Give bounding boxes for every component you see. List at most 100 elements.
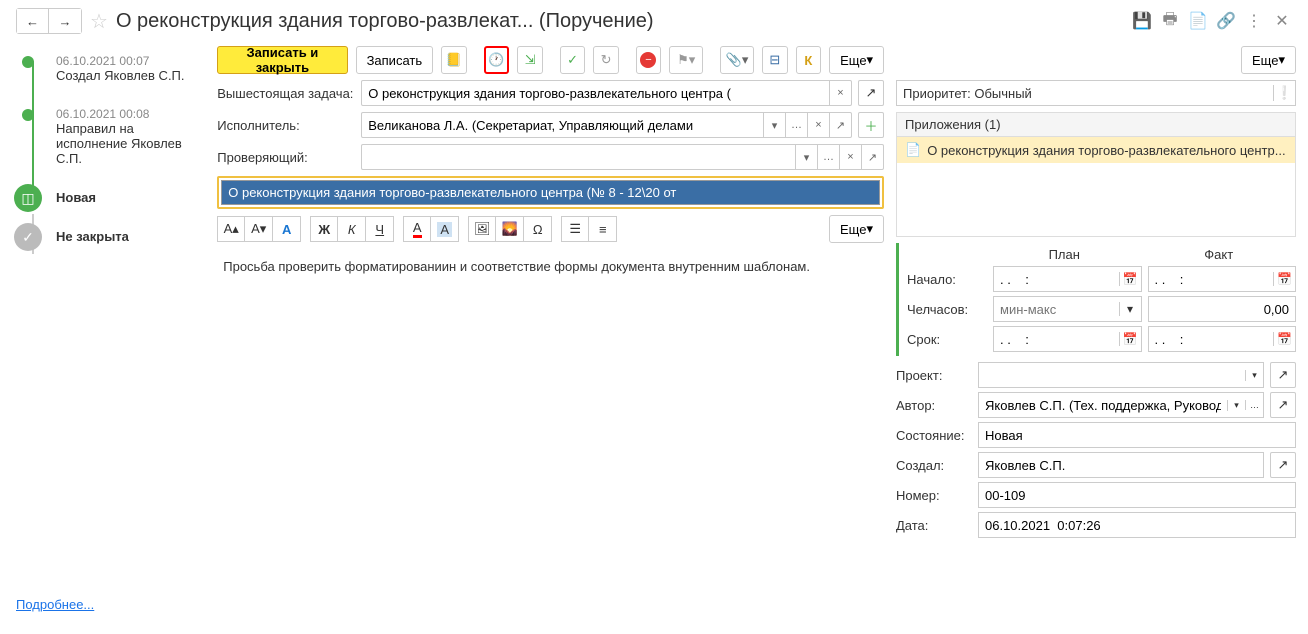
editor-body[interactable]: Просьба проверить форматированиин и соот…: [217, 249, 884, 628]
save-and-close-button[interactable]: Записать и закрыть: [217, 46, 347, 74]
save-icon[interactable]: 💾: [1132, 11, 1152, 31]
dropdown-icon[interactable]: ▾: [1245, 370, 1263, 381]
flag-button[interactable]: ⚑▾: [669, 46, 703, 74]
project-label: Проект:: [896, 368, 972, 383]
start-fact-input[interactable]: [1149, 270, 1274, 289]
calendar-icon[interactable]: 📅: [1273, 272, 1295, 286]
more-menu-icon[interactable]: ⋮: [1244, 11, 1264, 31]
plan-column-header: План: [987, 243, 1142, 266]
print-icon[interactable]: 🖶: [1160, 11, 1180, 31]
insert-symbol-button[interactable]: Ω: [524, 216, 552, 242]
open-creator-button[interactable]: ↗: [1270, 452, 1296, 478]
executor-input[interactable]: [362, 113, 763, 137]
executor-clear[interactable]: ×: [807, 113, 829, 137]
number-input[interactable]: [979, 486, 1295, 505]
font-style-button[interactable]: A: [273, 216, 301, 242]
document-icon: 📄: [905, 142, 921, 158]
editor-more-button[interactable]: Еще ▾: [829, 215, 884, 243]
number-list-button[interactable]: ≡: [589, 216, 617, 242]
contacts-button[interactable]: 📒: [441, 46, 467, 74]
fact-column-header: Факт: [1142, 243, 1297, 266]
timeline-status-new: ◫ Новая: [56, 190, 197, 205]
checker-open[interactable]: ↗: [861, 145, 883, 169]
nav-buttons: ← →: [16, 8, 82, 34]
save-button[interactable]: Записать: [356, 46, 434, 74]
author-input[interactable]: [979, 396, 1227, 415]
attachment-item[interactable]: 📄 О реконструкция здания торгово-развлек…: [897, 137, 1295, 163]
open-parent-button[interactable]: ↗: [858, 80, 884, 106]
more-icon[interactable]: …: [1245, 400, 1263, 410]
more-link[interactable]: Подробнее...: [16, 589, 197, 620]
calendar-icon[interactable]: 📅: [1119, 272, 1141, 286]
date-input[interactable]: [979, 516, 1295, 535]
timeline-dot-icon: [22, 56, 34, 68]
back-button[interactable]: ←: [17, 9, 49, 33]
hours-fact-input[interactable]: [1149, 300, 1296, 319]
more-button-right[interactable]: Еще ▾: [1241, 46, 1296, 74]
checker-more[interactable]: …: [817, 145, 839, 169]
insert-image-button[interactable]: 🖼: [468, 216, 496, 242]
priority-flag-icon[interactable]: ❕: [1273, 85, 1295, 101]
report-icon[interactable]: 📄: [1188, 11, 1208, 31]
link-icon[interactable]: 🔗: [1216, 11, 1236, 31]
forward-button[interactable]: →: [49, 9, 81, 33]
tree-button[interactable]: ⊟: [762, 46, 788, 74]
open-author-button[interactable]: ↗: [1270, 392, 1296, 418]
executor-label: Исполнитель:: [217, 118, 355, 133]
date-label: Дата:: [896, 518, 972, 533]
hours-plan-input[interactable]: [994, 300, 1119, 319]
hours-label: Челчасов:: [907, 302, 987, 317]
reject-button[interactable]: −: [636, 46, 662, 74]
timeline-item: 06.10.2021 00:08 Направил на исполнение …: [56, 107, 197, 166]
attach-button[interactable]: 📎▾: [720, 46, 754, 74]
calendar-icon[interactable]: 📅: [1273, 332, 1295, 346]
bold-button[interactable]: Ж: [310, 216, 338, 242]
project-input[interactable]: [979, 366, 1245, 385]
bullet-list-button[interactable]: ☰: [561, 216, 589, 242]
due-fact-input[interactable]: [1149, 330, 1274, 349]
export-button[interactable]: ⇲: [517, 46, 543, 74]
italic-button[interactable]: К: [338, 216, 366, 242]
subject-input[interactable]: [221, 180, 880, 205]
executor-dropdown[interactable]: ▾: [763, 113, 785, 137]
checker-clear[interactable]: ×: [839, 145, 861, 169]
due-label: Срок:: [907, 332, 987, 347]
checker-input-group: ▾ … × ↗: [361, 144, 884, 170]
subject-box: [217, 176, 884, 209]
k-button[interactable]: К: [796, 46, 822, 74]
dropdown-icon[interactable]: ▾: [1227, 400, 1245, 411]
executor-more[interactable]: …: [785, 113, 807, 137]
state-input[interactable]: [979, 426, 1295, 445]
parent-task-label: Вышестоящая задача:: [217, 86, 355, 101]
font-color-button[interactable]: А: [403, 216, 431, 242]
calendar-icon[interactable]: 📅: [1119, 332, 1141, 346]
underline-button[interactable]: Ч: [366, 216, 394, 242]
creator-label: Создал:: [896, 458, 972, 473]
open-project-button[interactable]: ↗: [1270, 362, 1296, 388]
start-plan-input[interactable]: [994, 270, 1119, 289]
add-executor-button[interactable]: ＋: [858, 112, 884, 138]
checker-input[interactable]: [362, 145, 795, 169]
close-icon[interactable]: ✕: [1272, 11, 1292, 31]
dropdown-icon[interactable]: ▾: [1119, 302, 1141, 316]
start-label: Начало:: [907, 272, 987, 287]
parent-task-input-group: ×: [361, 80, 852, 106]
status-open-icon: ✓: [14, 223, 42, 251]
font-increase-button[interactable]: A▴: [217, 216, 245, 242]
creator-input[interactable]: [979, 456, 1263, 475]
more-button[interactable]: Еще ▾: [829, 46, 884, 74]
favorite-star-icon[interactable]: ☆: [90, 9, 108, 34]
refresh-button[interactable]: ↻: [593, 46, 619, 74]
font-decrease-button[interactable]: A▾: [245, 216, 273, 242]
executor-input-group: ▾ … × ↗: [361, 112, 852, 138]
attachments-header: Приложения (1): [896, 112, 1296, 137]
parent-task-input[interactable]: [362, 81, 829, 105]
clear-button[interactable]: ×: [829, 81, 851, 105]
accept-button[interactable]: ✓: [560, 46, 586, 74]
insert-picture-button[interactable]: 🌄: [496, 216, 524, 242]
due-plan-input[interactable]: [994, 330, 1119, 349]
clock-button[interactable]: 🕐: [484, 46, 510, 74]
executor-open[interactable]: ↗: [829, 113, 851, 137]
bg-color-button[interactable]: А: [431, 216, 459, 242]
checker-dropdown[interactable]: ▾: [795, 145, 817, 169]
